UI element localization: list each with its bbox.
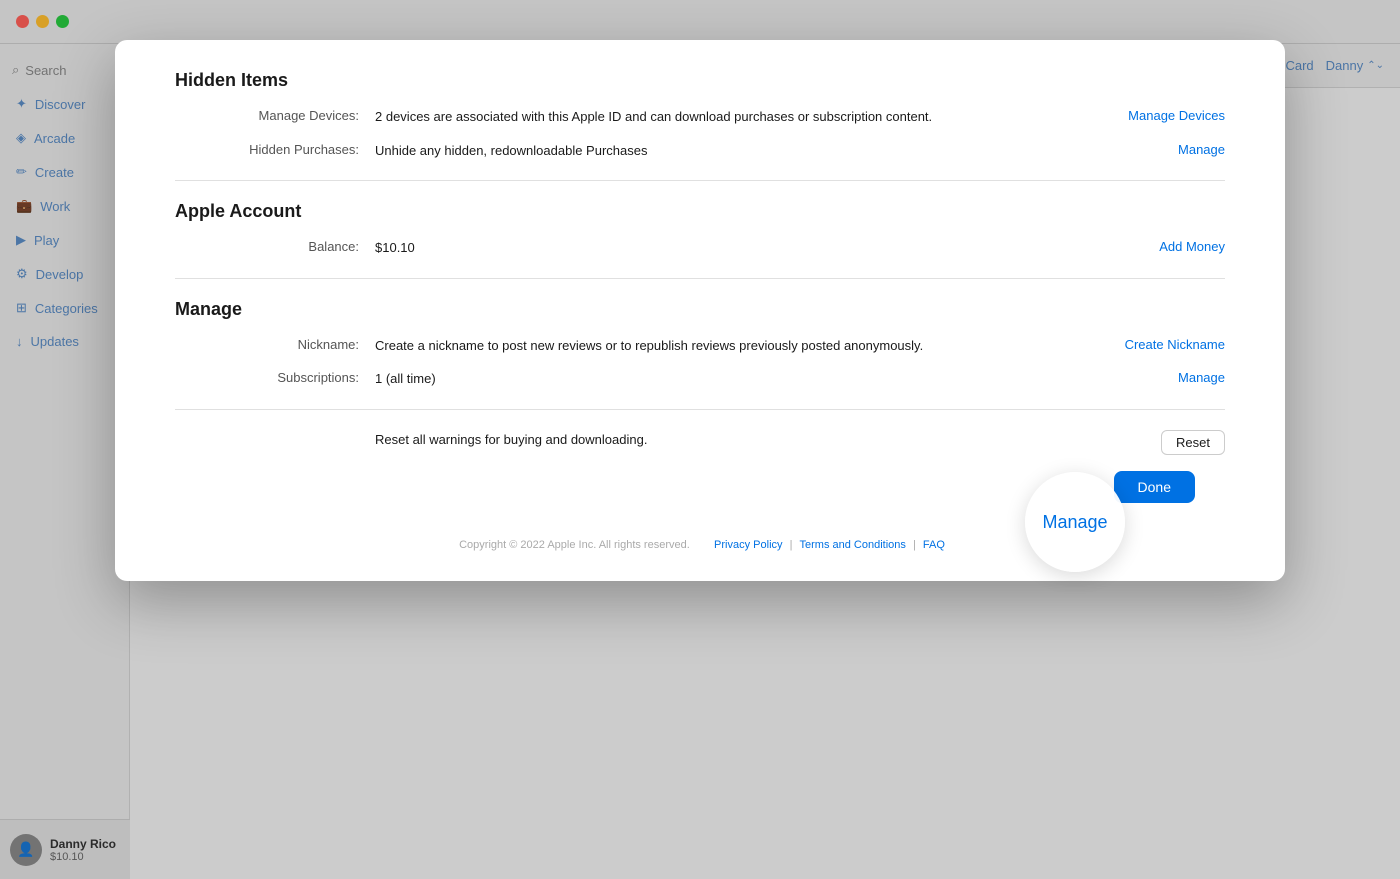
- hidden-items-section: Hidden Items Manage Devices: 2 devices a…: [175, 70, 1225, 160]
- divider-3: [175, 409, 1225, 410]
- reset-action: Reset: [1161, 430, 1225, 455]
- divider-1: [175, 180, 1225, 181]
- hidden-purchases-row: Hidden Purchases: Unhide any hidden, red…: [175, 141, 1225, 161]
- reset-row: Reset all warnings for buying and downlo…: [375, 430, 1225, 455]
- manage-devices-button[interactable]: Manage Devices: [1128, 108, 1225, 123]
- balance-label: Balance:: [175, 238, 375, 254]
- privacy-policy-link[interactable]: Privacy Policy: [714, 539, 782, 551]
- modal-overlay: Hidden Items Manage Devices: 2 devices a…: [0, 0, 1400, 879]
- hidden-purchases-label: Hidden Purchases:: [175, 141, 375, 157]
- create-nickname-button[interactable]: Create Nickname: [1125, 337, 1225, 352]
- nickname-content: Create a nickname to post new reviews or…: [375, 336, 1105, 356]
- faq-link[interactable]: FAQ: [923, 539, 945, 551]
- subscriptions-action: Manage: [1178, 369, 1225, 387]
- hidden-items-title: Hidden Items: [175, 70, 1225, 91]
- manage-devices-row: Manage Devices: 2 devices are associated…: [175, 107, 1225, 127]
- subscriptions-label: Subscriptions:: [175, 369, 375, 385]
- add-money-button[interactable]: Add Money: [1159, 239, 1225, 254]
- manage-hidden-button[interactable]: Manage: [1178, 142, 1225, 157]
- manage-devices-content: 2 devices are associated with this Apple…: [375, 107, 1108, 127]
- manage-circle-label[interactable]: Manage: [1042, 512, 1107, 533]
- balance-action: Add Money: [1159, 238, 1225, 256]
- terms-link[interactable]: Terms and Conditions: [800, 539, 906, 551]
- balance-value: $10.10: [375, 238, 1139, 258]
- balance-row: Balance: $10.10 Add Money: [175, 238, 1225, 258]
- manage-devices-label: Manage Devices:: [175, 107, 375, 123]
- hidden-purchases-content: Unhide any hidden, redownloadable Purcha…: [375, 141, 1158, 161]
- reset-button[interactable]: Reset: [1161, 430, 1225, 455]
- subscriptions-row: Subscriptions: 1 (all time) Manage: [175, 369, 1225, 389]
- apple-account-title: Apple Account: [175, 201, 1225, 222]
- done-button[interactable]: Done: [1114, 471, 1195, 503]
- apple-account-section: Apple Account Balance: $10.10 Add Money: [175, 201, 1225, 258]
- manage-subscriptions-button[interactable]: Manage: [1178, 370, 1225, 385]
- nickname-label: Nickname:: [175, 336, 375, 352]
- manage-section: Manage Nickname: Create a nickname to po…: [175, 299, 1225, 389]
- subscriptions-content: 1 (all time): [375, 369, 1158, 389]
- reset-content: Reset all warnings for buying and downlo…: [375, 430, 1141, 450]
- manage-title: Manage: [175, 299, 1225, 320]
- nickname-action: Create Nickname: [1125, 336, 1225, 354]
- copyright-text: Copyright © 2022 Apple Inc. All rights r…: [459, 539, 690, 551]
- hidden-purchases-action: Manage: [1178, 141, 1225, 159]
- separator-1: [701, 539, 707, 551]
- manage-circle-overlay[interactable]: Manage: [1025, 472, 1125, 572]
- manage-devices-action: Manage Devices: [1128, 107, 1225, 125]
- nickname-row: Nickname: Create a nickname to post new …: [175, 336, 1225, 356]
- divider-2: [175, 278, 1225, 279]
- pipe-1: |: [790, 539, 796, 551]
- pipe-2: |: [913, 539, 919, 551]
